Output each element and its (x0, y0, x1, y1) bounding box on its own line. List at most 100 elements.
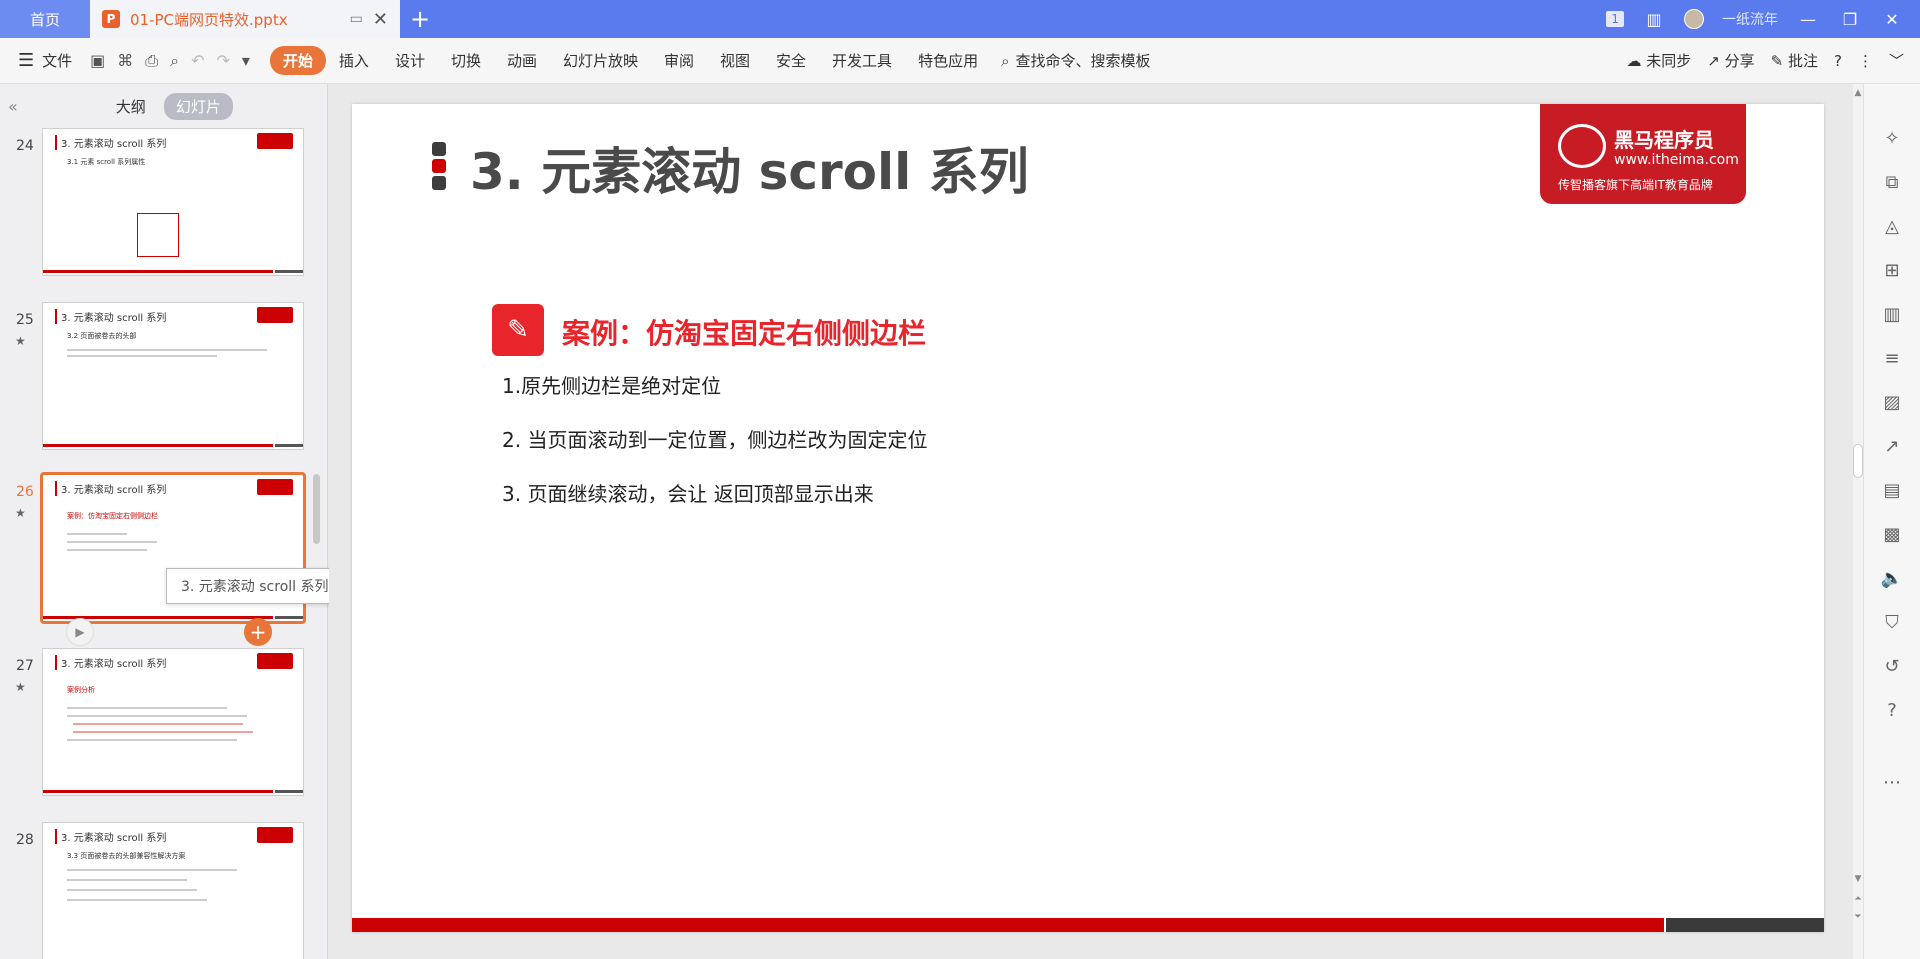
user-name[interactable]: 一纸流年 (1722, 9, 1778, 29)
comment-button[interactable]: ✎ 批注 (1771, 50, 1818, 71)
right-sidebar: ✧ ⧉ ◬ ⊞ ▥ ≡ ▨ ↗ ▤ ▩ 🔈 ⛉ ↺ ? ⋯ (1863, 84, 1920, 959)
thumb-text-line (67, 349, 267, 351)
tab-home-ribbon[interactable]: 开始 (269, 46, 326, 75)
scroll-thumb[interactable] (1853, 444, 1863, 478)
logo (257, 479, 293, 495)
magic-icon[interactable]: ✧ (1880, 128, 1904, 152)
format-painter-icon[interactable]: ⌘ (117, 51, 133, 71)
slide-thumbnail[interactable]: 3. 元素滚动 scroll 系列 3.3 页面被卷去的头部兼容性解决方案 (42, 822, 304, 959)
tab-review[interactable]: 审阅 (651, 46, 707, 75)
current-slide[interactable]: 3. 元素滚动 scroll 系列 黑马程序员 www.itheima.com … (352, 104, 1824, 932)
export-icon[interactable]: ↗ (1880, 436, 1904, 460)
file-menu[interactable]: ☰ 文件 (18, 50, 72, 71)
slide-number: 24 (16, 138, 34, 154)
list-item[interactable]: 1.原先侧边栏是绝对定位 (502, 370, 721, 399)
print-icon[interactable]: ⎙ (145, 51, 158, 71)
customize-icon[interactable]: ▾ (242, 51, 250, 71)
animation-star-icon: ★ (15, 506, 26, 520)
share-button[interactable]: ↗ 分享 (1707, 50, 1754, 71)
list-item[interactable]: 3. 页面继续滚动，会让 返回顶部显示出来 (502, 478, 874, 507)
picture-icon[interactable]: ▩ (1880, 524, 1904, 548)
tab-features[interactable]: 特色应用 (905, 46, 991, 75)
tab-animations[interactable]: 动画 (494, 46, 550, 75)
tab-transitions[interactable]: 切换 (438, 46, 494, 75)
scroll-up-icon[interactable]: ▲ (1853, 88, 1863, 98)
scroll-down-icon[interactable]: ▼ (1853, 874, 1863, 884)
thumb-figure (137, 213, 179, 257)
slides-tab[interactable]: 幻灯片 (163, 92, 233, 120)
menu-icon: ☰ (18, 50, 35, 71)
tab-document[interactable]: P 01-PC端网页特效.pptx ▭ ✕ (90, 0, 400, 38)
tab-developer[interactable]: 开发工具 (819, 46, 905, 75)
sync-button[interactable]: ☁ 未同步 (1626, 50, 1691, 71)
tab-home[interactable]: 首页 (0, 0, 90, 38)
window-mode-icon[interactable]: ▭ (350, 11, 363, 27)
window-count-badge[interactable]: 1 (1606, 11, 1624, 27)
collapse-panel-icon[interactable]: « (8, 97, 18, 116)
layout-icon[interactable]: ▥ (1642, 10, 1666, 29)
thumb-title: 3. 元素滚动 scroll 系列 (55, 655, 166, 670)
slide-thumbnail[interactable]: 3. 元素滚动 scroll 系列 3.2 页面被卷去的头部 (42, 302, 304, 450)
thumb-text-line (67, 533, 127, 535)
collapse-ribbon-icon[interactable]: ﹀ (1889, 50, 1904, 71)
pencil-icon: ✎ (492, 304, 544, 356)
redo-icon[interactable]: ↷ (216, 51, 229, 71)
animation-star-icon: ★ (15, 334, 26, 348)
list-item[interactable]: 2. 当页面滚动到一定位置，侧边栏改为固定定位 (502, 424, 927, 453)
history-icon[interactable]: ↺ (1880, 656, 1904, 680)
add-slide-icon[interactable]: + (244, 618, 272, 646)
more-icon[interactable]: ⋮ (1858, 52, 1873, 70)
tab-view[interactable]: 视图 (707, 46, 763, 75)
thumb-bar-dark (275, 790, 303, 793)
shape-icon[interactable]: ◬ (1880, 216, 1904, 240)
thumb-text-line (67, 549, 147, 551)
help-circle-icon[interactable]: ? (1880, 700, 1904, 724)
case-title[interactable]: 案例：仿淘宝固定右侧侧边栏 (562, 312, 926, 352)
settings-sliders-icon[interactable]: ≡ (1880, 348, 1904, 372)
more-dots-icon[interactable]: ⋯ (1880, 772, 1904, 796)
shield-icon[interactable]: ⛉ (1880, 612, 1904, 636)
share-icon: ↗ (1707, 52, 1720, 70)
tab-slideshow[interactable]: 幻灯片放映 (550, 46, 651, 75)
slide-title[interactable]: 3. 元素滚动 scroll 系列 (470, 132, 1029, 204)
slide-thumbnail[interactable]: 3. 元素滚动 scroll 系列 案例分析 (42, 648, 304, 796)
canvas-scrollbar[interactable]: ▲ ▼ ⏶ ⏷ (1853, 84, 1863, 959)
logo (257, 653, 293, 669)
tab-security[interactable]: 安全 (763, 46, 819, 75)
tab-insert[interactable]: 插入 (326, 46, 382, 75)
audio-icon[interactable]: 🔈 (1880, 568, 1904, 592)
add-tab-icon[interactable]: + (400, 0, 440, 38)
slide-thumbnail[interactable]: 3. 元素滚动 scroll 系列 3.1 元素 scroll 系列属性 (42, 128, 304, 276)
print-preview-icon[interactable]: ⌕ (170, 51, 179, 71)
logo (257, 307, 293, 323)
close-tab-icon[interactable]: ✕ (373, 9, 388, 30)
close-window-icon[interactable]: ✕ (1880, 10, 1904, 29)
panel-scrollbar[interactable] (313, 474, 320, 544)
help-icon[interactable]: ? (1834, 52, 1842, 70)
thumb-title: 3. 元素滚动 scroll 系列 (55, 481, 166, 496)
comment-label: 批注 (1788, 52, 1819, 70)
restore-icon[interactable]: ❐ (1838, 10, 1862, 29)
undo-icon[interactable]: ↶ (191, 51, 204, 71)
slide-number: 27 (16, 658, 34, 674)
next-slide-icon[interactable]: ⏷ (1853, 912, 1863, 922)
document-tab-label: 01-PC端网页特效.pptx (130, 10, 288, 29)
horse-logo-icon (1558, 124, 1606, 168)
layout-grid-icon[interactable]: ⊞ (1880, 260, 1904, 284)
tab-design[interactable]: 设计 (382, 46, 438, 75)
play-slide-icon[interactable]: ▶ (66, 618, 94, 646)
archive-icon[interactable]: ▤ (1880, 480, 1904, 504)
save-icon[interactable]: ▣ (90, 51, 105, 71)
command-search[interactable]: ⌕ 查找命令、搜索模板 (1001, 50, 1150, 71)
brand-logo: 黑马程序员 www.itheima.com 传智播客旗下高端IT教育品牌 (1540, 104, 1746, 204)
thumb-title: 3. 元素滚动 scroll 系列 (55, 309, 166, 324)
avatar[interactable] (1684, 9, 1704, 29)
duplicate-icon[interactable]: ⧉ (1880, 172, 1904, 196)
chart-icon[interactable]: ▥ (1880, 304, 1904, 328)
minimize-icon[interactable]: — (1796, 10, 1820, 29)
slide-thumbnail-panel: « 大纲 幻灯片 24 3. 元素滚动 scroll 系列 3.1 元素 scr… (0, 84, 328, 959)
outline-tab[interactable]: 大纲 (104, 93, 158, 120)
image-gallery-icon[interactable]: ▨ (1880, 392, 1904, 416)
prev-slide-icon[interactable]: ⏶ (1853, 894, 1863, 904)
thumb-subtitle: 3.3 页面被卷去的头部兼容性解决方案 (67, 852, 186, 860)
